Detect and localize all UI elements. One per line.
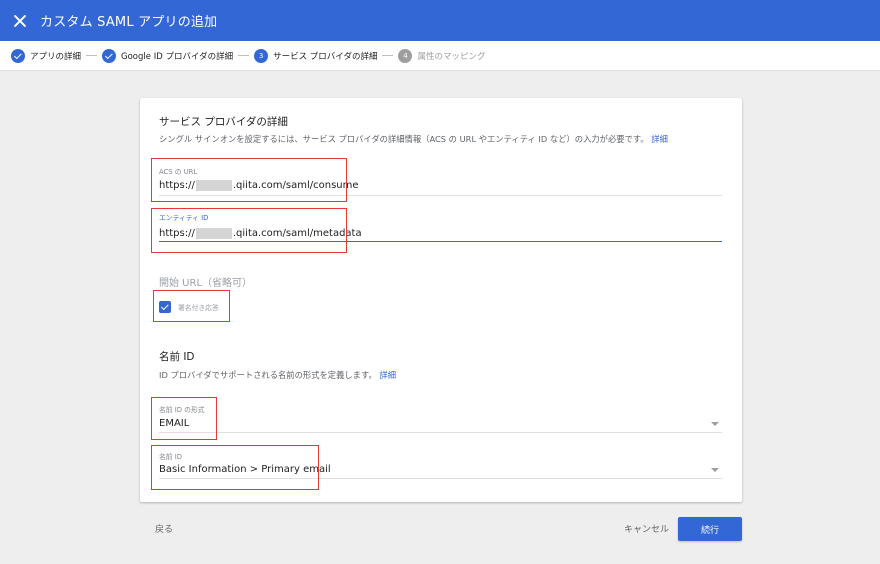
step-app-details: アプリの詳細 (11, 48, 82, 63)
selected-value: Basic Information > Primary email (159, 464, 331, 475)
redacted-mask (195, 180, 232, 191)
step-google-idp-details: Google ID プロバイダの詳細 (102, 48, 234, 63)
acs-url-value: https://.qiita.com/saml/consume (159, 180, 359, 191)
acs-url-field[interactable]: ACS の URL https://.qiita.com/saml/consum… (159, 166, 722, 196)
checkbox-checked-icon[interactable] (159, 301, 171, 313)
app-header: カスタム SAML アプリの追加 (0, 0, 880, 41)
section-title: 名前 ID (159, 351, 195, 363)
field-label: 名前 ID (159, 453, 182, 461)
step-service-provider-details: 3 サービス プロバイダの詳細 (254, 48, 378, 63)
cancel-button[interactable]: キャンセル (624, 522, 669, 535)
section-title: サービス プロバイダの詳細 (159, 116, 288, 128)
chevron-down-icon (711, 468, 719, 472)
entity-id-field[interactable]: エンティティ ID https://.qiita.com/saml/metada… (159, 212, 722, 242)
checkbox-label: 署名付き応答 (178, 304, 219, 312)
section-description: ID プロバイダでサポートされる名前の形式を定義します。 詳細 (159, 370, 396, 380)
step-label: Google ID プロバイダの詳細 (121, 51, 234, 62)
chevron-down-icon (711, 422, 719, 426)
service-provider-card: サービス プロバイダの詳細 シングル サインオンを設定するには、サービス プロバ… (140, 98, 742, 502)
step-connector (382, 55, 394, 56)
field-label: ACS の URL (159, 168, 198, 176)
field-label: エンティティ ID (159, 214, 209, 222)
details-link[interactable]: 詳細 (379, 370, 396, 380)
selected-value: EMAIL (159, 418, 190, 429)
name-id-select[interactable]: 名前 ID Basic Information > Primary email (159, 451, 722, 479)
step-connector (238, 55, 250, 56)
signed-response-checkbox-row[interactable]: 署名付き応答 (159, 301, 219, 313)
step-number-badge: 4 (398, 48, 413, 63)
section-description: シングル サインオンを設定するには、サービス プロバイダの詳細情報（ACS の … (159, 134, 668, 144)
stepper: アプリの詳細 Google ID プロバイダの詳細 3 サービス プロバイダの詳… (0, 41, 880, 71)
check-icon (102, 48, 117, 63)
check-icon (11, 48, 25, 63)
step-label: サービス プロバイダの詳細 (273, 51, 378, 62)
page-title: カスタム SAML アプリの追加 (40, 15, 218, 30)
redacted-mask (195, 228, 232, 239)
close-icon[interactable] (12, 13, 28, 29)
start-url-input[interactable]: 開始 URL（省略可） (159, 274, 252, 289)
step-number-badge: 3 (254, 48, 269, 63)
name-id-format-select[interactable]: 名前 ID の形式 EMAIL (159, 404, 722, 433)
details-link[interactable]: 詳細 (651, 134, 668, 144)
step-label: 属性のマッピング (417, 51, 486, 62)
continue-button[interactable]: 続行 (678, 517, 742, 541)
step-connector (86, 55, 98, 56)
step-label: アプリの詳細 (30, 51, 82, 62)
back-button[interactable]: 戻る (155, 522, 173, 535)
step-attribute-mapping: 4 属性のマッピング (398, 48, 486, 63)
entity-id-value: https://.qiita.com/saml/metadata (159, 228, 362, 239)
field-label: 名前 ID の形式 (159, 406, 205, 414)
